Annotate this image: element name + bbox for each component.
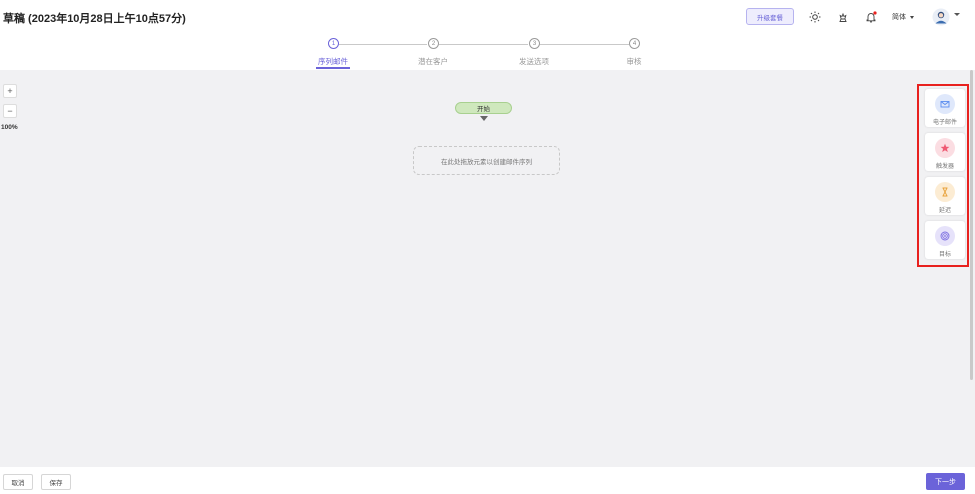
step-3-circle[interactable]: 3 <box>529 38 540 49</box>
step-4-circle[interactable]: 4 <box>629 38 640 49</box>
chess-icon[interactable] <box>836 10 850 24</box>
next-step-button[interactable]: 下一步 <box>926 473 965 490</box>
scrollbar[interactable] <box>970 70 973 380</box>
target-icon <box>935 226 955 246</box>
hourglass-icon <box>935 182 955 202</box>
step-connector <box>540 44 629 45</box>
steps-bar <box>0 34 975 70</box>
drop-zone[interactable]: 在此处拖放元素以创建邮件序列 <box>413 146 560 175</box>
palette-item-trigger[interactable]: 触发器 <box>925 133 965 171</box>
palette-item-label: 延迟 <box>938 208 951 214</box>
step-1-label[interactable]: 序列邮件 <box>303 56 363 67</box>
zoom-out-button[interactable]: − <box>3 104 17 118</box>
step-connector <box>339 44 427 45</box>
palette-item-email[interactable]: 电子邮件 <box>925 89 965 127</box>
star-icon <box>935 138 955 158</box>
chevron-down-icon <box>909 15 914 19</box>
language-selector[interactable]: 简体 <box>892 12 914 22</box>
avatar[interactable] <box>932 8 950 26</box>
cancel-button[interactable]: 取消 <box>3 474 33 490</box>
bottom-bar <box>0 467 975 494</box>
step-4-label[interactable]: 审核 <box>604 56 664 67</box>
palette-item-goal[interactable]: 目标 <box>925 221 965 259</box>
arrow-down-icon <box>480 116 488 121</box>
save-button[interactable]: 保存 <box>41 474 71 490</box>
step-2-circle[interactable]: 2 <box>428 38 439 49</box>
palette-item-delay[interactable]: 延迟 <box>925 177 965 215</box>
bell-icon[interactable] <box>864 10 878 24</box>
palette-item-label: 目标 <box>938 252 951 258</box>
step-1-circle[interactable]: 1 <box>328 38 339 49</box>
step-connector <box>439 44 528 45</box>
step-3-label[interactable]: 发送选项 <box>504 56 564 67</box>
active-step-indicator <box>316 67 350 69</box>
mail-icon <box>935 94 955 114</box>
user-menu-chevron-icon[interactable] <box>954 13 960 16</box>
start-node[interactable]: 开始 <box>455 102 512 114</box>
page-title: 草稿 (2023年10月28日上午10点57分) <box>3 13 186 25</box>
palette-item-label: 触发器 <box>935 164 954 170</box>
language-label: 简体 <box>892 14 906 21</box>
step-2-label[interactable]: 潜在客户 <box>403 56 463 67</box>
zoom-level: 100% <box>1 124 18 131</box>
zoom-in-button[interactable]: + <box>3 84 17 98</box>
palette-item-label: 电子邮件 <box>932 120 957 126</box>
upgrade-plan-button[interactable]: 升级套餐 <box>746 8 794 25</box>
sun-icon[interactable] <box>808 10 822 24</box>
